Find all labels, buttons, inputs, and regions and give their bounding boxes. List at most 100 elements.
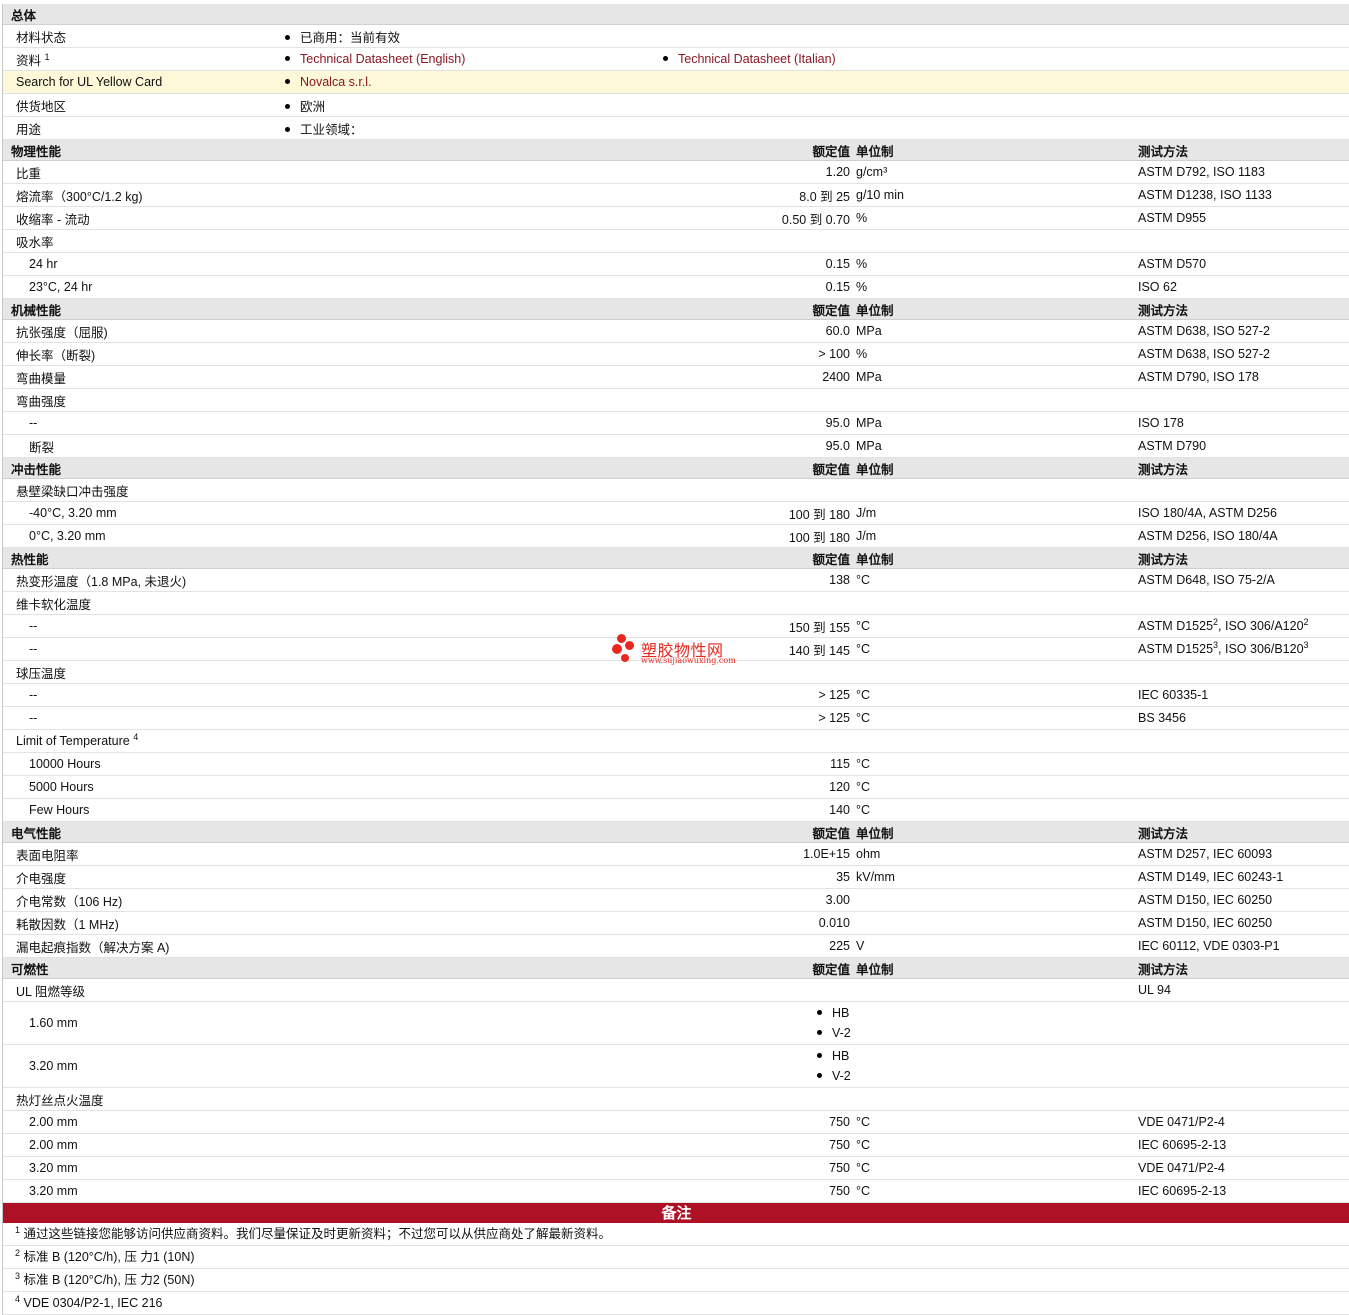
property-row: 吸水率 (3, 229, 1349, 253)
property-unit: °C (856, 706, 1138, 730)
test-method-header: 测试方法 (1138, 457, 1349, 479)
property-unit (856, 1087, 1138, 1111)
property-name: 1.60 mm (3, 1001, 633, 1045)
ul-rating-item: V-2 (633, 1023, 856, 1043)
test-method: ASTM D648, ISO 75-2/A (1138, 568, 1349, 592)
property-name: 漏电起痕指数（解决方案 A) (16, 940, 170, 955)
property-name-cell: 比重 (3, 160, 633, 184)
test-method (1138, 729, 1349, 753)
bullet-icon (817, 1053, 822, 1059)
section-header-thermal: 热性能 额定值 单位制 测试方法 (3, 547, 1349, 569)
property-row: -40°C, 3.20 mm 100 到 180 J/m ISO 180/4A, AS… (3, 501, 1349, 525)
property-name: 10000 Hours (29, 757, 101, 771)
property-row: 3.20 mm 750 °C VDE 0471/P2-4 (3, 1156, 1349, 1180)
property-name: 表面电阻率 (16, 848, 79, 863)
property-name: UL 阻燃等级 (3, 978, 633, 1002)
property-value: 750 (633, 1179, 856, 1203)
property-value: 35 (633, 865, 856, 889)
property-unit: % (856, 252, 1138, 276)
note-text: 通过这些链接您能够访问供应商资料。我们尽量保证及时更新资料；不过您可以从供应商处… (23, 1227, 612, 1241)
notes-list: 1 通过这些链接您能够访问供应商资料。我们尽量保证及时更新资料；不过您可以从供应… (3, 1223, 1349, 1315)
property-name-cell: 2.00 mm (3, 1133, 633, 1157)
row-label: 材料状态 (3, 24, 281, 48)
property-name: 3.20 mm (29, 1184, 78, 1198)
property-name: 0°C, 3.20 mm (29, 529, 106, 543)
property-value (633, 1087, 856, 1111)
test-method-header: 测试方法 (1138, 957, 1349, 979)
property-name: 吸水率 (16, 235, 54, 250)
note-number: 3 (15, 1271, 21, 1281)
property-unit (856, 978, 1138, 1002)
section-title: 热性能 (3, 547, 633, 569)
note-number: 1 (15, 1225, 21, 1235)
rated-value-header: 额定值 (633, 547, 856, 569)
property-unit: g/10 min (856, 183, 1138, 207)
property-row: 熔流率（300°C/1.2 kg) 8.0 到 25 g/10 min ASTM D1… (3, 183, 1349, 207)
property-value: > 125 (633, 706, 856, 730)
property-name-cell: 吸水率 (3, 229, 633, 253)
property-value: > 100 (633, 342, 856, 366)
property-unit: V (856, 934, 1138, 958)
property-unit: °C (856, 1110, 1138, 1134)
property-name-cell: -40°C, 3.20 mm (3, 501, 633, 525)
row-label: Search for UL Yellow Card (3, 70, 281, 94)
property-row: 热变形温度（1.8 MPa, 未退火) 138 °C ASTM D648, ISO 7… (3, 568, 1349, 592)
section-title: 可燃性 (3, 957, 633, 979)
property-row: 介电强度 35 kV/mm ASTM D149, IEC 60243-1 (3, 865, 1349, 889)
test-method (1138, 478, 1349, 502)
property-name-cell: -- (3, 614, 633, 638)
test-method: ASTM D256, ISO 180/4A (1138, 524, 1349, 548)
footnote-ref: 1 (44, 51, 50, 62)
test-method: ISO 180/4A, ASTM D256 (1138, 501, 1349, 525)
datasheet-italian-link[interactable]: Technical Datasheet (Italian) (678, 52, 836, 66)
property-row: 弯曲强度 (3, 388, 1349, 412)
datasheet-english-link[interactable]: Technical Datasheet (English) (300, 52, 465, 66)
property-row: 3.20 mm 750 °C IEC 60695-2-13 (3, 1179, 1349, 1203)
section-title: 电气性能 (3, 821, 633, 843)
property-unit: °C (856, 568, 1138, 592)
property-row: 10000 Hours 115 °C (3, 752, 1349, 776)
property-value (633, 229, 856, 253)
property-name-cell: -- (3, 683, 633, 707)
bullet-icon (817, 1010, 822, 1016)
test-method (1138, 1087, 1349, 1111)
notes-banner: 备注 (3, 1203, 1349, 1223)
test-method: IEC 60695-2-13 (1138, 1179, 1349, 1203)
property-unit (856, 388, 1138, 412)
property-row: 伸长率（断裂) > 100% ASTM D638, ISO 527-2 (3, 342, 1349, 366)
property-value: 100 到 180 (633, 501, 856, 525)
property-row: 5000 Hours 120 °C (3, 775, 1349, 799)
property-name-cell: -- (3, 706, 633, 730)
test-method: IEC 60335-1 (1138, 683, 1349, 707)
note-text: VDE 0304/P2-1, IEC 216 (23, 1296, 163, 1310)
property-unit: MPa (856, 319, 1138, 343)
row-label: 用途 (3, 116, 281, 140)
note-item: 3 标准 B (120°C/h), 压 力2 (50N) (3, 1269, 1349, 1292)
property-unit: °C (856, 1156, 1138, 1180)
ul-rating-value: V-2 (832, 1069, 851, 1083)
property-name-cell: 介电常数（106 Hz) (3, 888, 633, 912)
property-name-cell: 伸长率（断裂) (3, 342, 633, 366)
property-name: 比重 (16, 166, 42, 181)
property-value: 1.0E+15 (633, 842, 856, 866)
property-value: 95.0 (633, 434, 856, 458)
property-name: 3.20 mm (29, 1161, 78, 1175)
property-row: 表面电阻率 1.0E+15 ohm ASTM D257, IEC 60093 (3, 842, 1349, 866)
property-unit: °C (856, 752, 1138, 776)
property-row: Limit of Temperature 4 (3, 729, 1349, 753)
property-name: -40°C, 3.20 mm (29, 506, 117, 520)
row-value: 欧洲 (300, 99, 326, 114)
property-name: 介电常数（106 Hz) (16, 894, 123, 909)
property-name-cell: 球压温度 (3, 660, 633, 684)
property-unit (856, 478, 1138, 502)
property-row: 2.00 mm 750 °C IEC 60695-2-13 (3, 1133, 1349, 1157)
property-unit (856, 888, 1138, 912)
unit-header: 单位制 (856, 957, 1138, 979)
bullet-icon (285, 56, 290, 62)
property-value: 0.010 (633, 911, 856, 935)
watermark-dot-icon (617, 634, 626, 643)
property-unit: °C (856, 683, 1138, 707)
property-value: 1.20 (633, 160, 856, 184)
property-value: 60.0 (633, 319, 856, 343)
supplier-link[interactable]: Novalca s.r.l. (300, 75, 372, 89)
